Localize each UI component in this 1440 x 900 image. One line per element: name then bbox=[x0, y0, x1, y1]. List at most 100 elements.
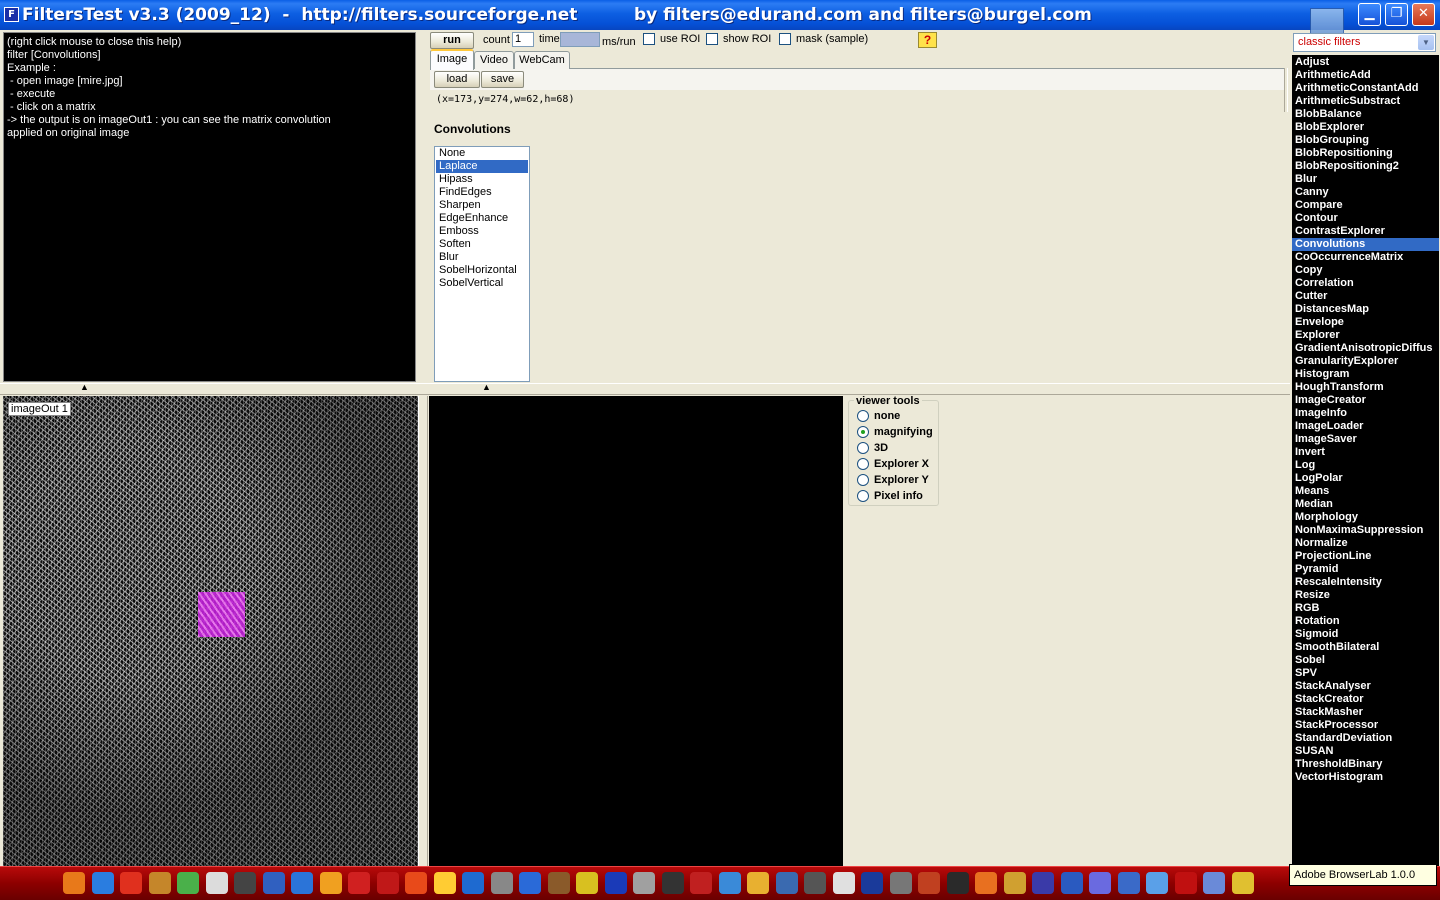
mask-checkbox[interactable] bbox=[779, 33, 791, 45]
flame-icon[interactable] bbox=[120, 872, 142, 894]
maximize-button[interactable]: ❐ bbox=[1385, 3, 1408, 26]
filter-item[interactable]: Sigmoid bbox=[1292, 628, 1439, 641]
filter-item[interactable]: Explorer bbox=[1292, 329, 1439, 342]
filter-item[interactable]: CoOccurrenceMatrix bbox=[1292, 251, 1439, 264]
filter-item[interactable]: Adjust bbox=[1292, 56, 1439, 69]
filter-item[interactable]: GranularityExplorer bbox=[1292, 355, 1439, 368]
filter-item[interactable]: Log bbox=[1292, 459, 1439, 472]
vertical-splitter[interactable] bbox=[418, 396, 428, 866]
windows-icon[interactable] bbox=[462, 872, 484, 894]
globe-icon[interactable] bbox=[519, 872, 541, 894]
minimize-button[interactable]: ▁ bbox=[1358, 3, 1381, 26]
filter-item[interactable]: Resize bbox=[1292, 589, 1439, 602]
word-icon[interactable] bbox=[490, 872, 513, 894]
keyboard-icon[interactable] bbox=[205, 872, 228, 894]
shapes-icon[interactable] bbox=[405, 872, 427, 894]
filter-item[interactable]: StackProcessor bbox=[1292, 719, 1439, 732]
color-icon[interactable] bbox=[177, 872, 199, 894]
filter-item[interactable]: BlobBalance bbox=[1292, 108, 1439, 121]
convolution-item[interactable]: Blur bbox=[436, 251, 528, 264]
filter-item[interactable]: BlobRepositioning bbox=[1292, 147, 1439, 160]
filter-item[interactable]: Compare bbox=[1292, 199, 1439, 212]
coins-icon[interactable] bbox=[1003, 872, 1026, 894]
tab-webcam[interactable]: WebCam bbox=[514, 51, 570, 69]
filter-item[interactable]: BlobRepositioning2 bbox=[1292, 160, 1439, 173]
app-icon[interactable]: F bbox=[4, 7, 19, 22]
radio-explorer-y[interactable] bbox=[857, 474, 869, 486]
convolution-item[interactable]: Soften bbox=[436, 238, 528, 251]
radio-none[interactable] bbox=[857, 410, 869, 422]
chrome-icon[interactable] bbox=[747, 872, 769, 894]
filter-item[interactable]: ThresholdBinary bbox=[1292, 758, 1439, 771]
filter-item[interactable]: Cutter bbox=[1292, 290, 1439, 303]
magnified-view[interactable] bbox=[429, 396, 843, 776]
filter-item[interactable]: ImageInfo bbox=[1292, 407, 1439, 420]
filter-list[interactable]: Adjust ArithmeticAdd ArithmeticConstantAdd… bbox=[1292, 55, 1439, 867]
filter-item[interactable]: GradientAnisotropicDiffus bbox=[1292, 342, 1439, 355]
mail-icon[interactable] bbox=[832, 872, 855, 894]
filter-item[interactable]: SPV bbox=[1292, 667, 1439, 680]
filter-item[interactable]: Morphology bbox=[1292, 511, 1439, 524]
filter-item[interactable]: Invert bbox=[1292, 446, 1439, 459]
filter-item[interactable]: Correlation bbox=[1292, 277, 1439, 290]
photoshop-icon[interactable] bbox=[861, 872, 883, 894]
tool-icon[interactable] bbox=[234, 872, 256, 894]
panel-divider[interactable] bbox=[1284, 68, 1288, 112]
vector-icon[interactable] bbox=[690, 872, 712, 894]
filter-item[interactable]: HoughTransform bbox=[1292, 381, 1439, 394]
check-icon[interactable] bbox=[718, 872, 741, 894]
run-button[interactable]: run bbox=[430, 32, 474, 49]
pdf2-icon[interactable] bbox=[376, 872, 399, 894]
filters-icon[interactable] bbox=[604, 872, 627, 894]
filter-item-selected[interactable]: Convolutions bbox=[1292, 238, 1439, 251]
filter-item[interactable]: Rotation bbox=[1292, 615, 1439, 628]
filter-item[interactable]: SmoothBilateral bbox=[1292, 641, 1439, 654]
filter-item[interactable]: SUSAN bbox=[1292, 745, 1439, 758]
edit-icon[interactable] bbox=[576, 872, 598, 894]
convolution-item[interactable]: EdgeEnhance bbox=[436, 212, 528, 225]
collapse-arrow-icon[interactable]: ▲ bbox=[482, 382, 491, 392]
pdf-icon[interactable] bbox=[348, 872, 370, 894]
filter-item[interactable]: NonMaximaSuppression bbox=[1292, 524, 1439, 537]
filter-item[interactable]: BlobGrouping bbox=[1292, 134, 1439, 147]
filter-item[interactable]: Envelope bbox=[1292, 316, 1439, 329]
save-button[interactable]: save bbox=[481, 71, 524, 88]
text-icon[interactable] bbox=[547, 872, 570, 894]
convolution-item[interactable]: Sharpen bbox=[436, 199, 528, 212]
filter-item[interactable]: Means bbox=[1292, 485, 1439, 498]
ie-icon[interactable] bbox=[291, 872, 313, 894]
filter-item[interactable]: RescaleIntensity bbox=[1292, 576, 1439, 589]
convolution-item[interactable]: SobelHorizontal bbox=[436, 264, 528, 277]
horizontal-splitter[interactable]: ▲ ▲ bbox=[0, 382, 1290, 395]
help-icon[interactable]: ? bbox=[918, 32, 937, 48]
pen-icon[interactable] bbox=[633, 872, 655, 894]
filter-item[interactable]: ImageSaver bbox=[1292, 433, 1439, 446]
filter-item[interactable]: ArithmeticAdd bbox=[1292, 69, 1439, 82]
filter-item[interactable]: ImageCreator bbox=[1292, 394, 1439, 407]
network-icon[interactable] bbox=[775, 872, 798, 894]
filter-item[interactable]: Blur bbox=[1292, 173, 1439, 186]
filter-item[interactable]: Median bbox=[1292, 498, 1439, 511]
filter-item[interactable]: VectorHistogram bbox=[1292, 771, 1439, 784]
filter-item[interactable]: LogPolar bbox=[1292, 472, 1439, 485]
tab-video[interactable]: Video bbox=[474, 51, 514, 69]
star-icon[interactable] bbox=[1231, 872, 1254, 894]
3d-icon[interactable] bbox=[1203, 872, 1225, 894]
use-roi-checkbox[interactable] bbox=[643, 33, 655, 45]
filter-item[interactable]: StandardDeviation bbox=[1292, 732, 1439, 745]
filter-item[interactable]: ArithmeticSubstract bbox=[1292, 95, 1439, 108]
count-input[interactable]: 1 bbox=[512, 32, 534, 47]
filter-item[interactable]: StackMasher bbox=[1292, 706, 1439, 719]
radio-pixel-info[interactable] bbox=[857, 490, 869, 502]
firefox-icon[interactable] bbox=[63, 872, 85, 894]
outlook-icon[interactable] bbox=[319, 872, 342, 894]
vlc-icon[interactable] bbox=[975, 872, 997, 894]
tentacle-icon[interactable] bbox=[889, 872, 912, 894]
close-button[interactable]: ✕ bbox=[1412, 3, 1435, 26]
filter-item[interactable]: ProjectionLine bbox=[1292, 550, 1439, 563]
chevron-down-icon[interactable]: ▼ bbox=[1418, 35, 1434, 50]
filter-item[interactable]: DistancesMap bbox=[1292, 303, 1439, 316]
load-button[interactable]: load bbox=[434, 71, 480, 88]
usb-icon[interactable] bbox=[262, 872, 285, 894]
filter-item[interactable]: StackAnalyser bbox=[1292, 680, 1439, 693]
